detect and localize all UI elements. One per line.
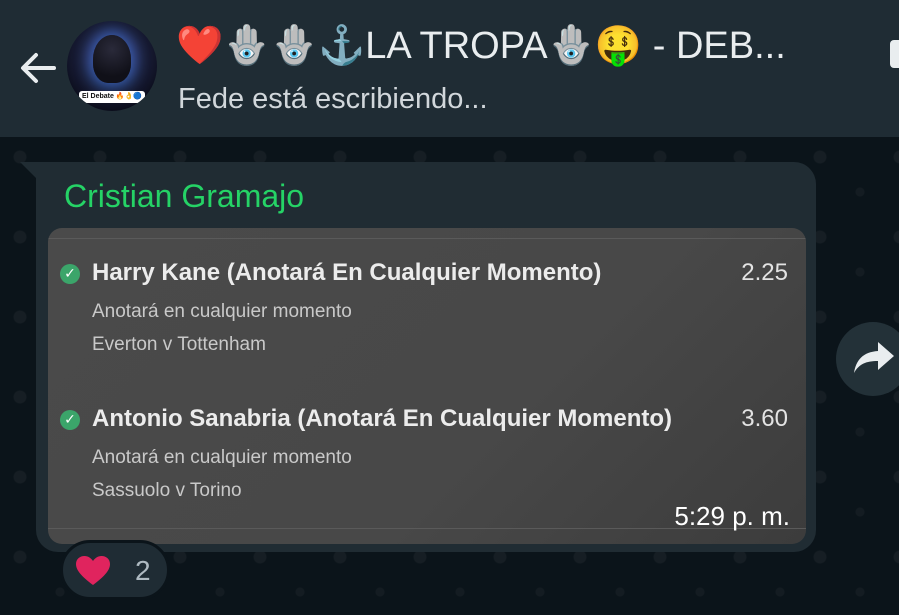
avatar-figure xyxy=(93,35,131,83)
group-title[interactable]: ❤️🪬🪬⚓LA TROPA🪬🤑 - DEB... xyxy=(176,18,866,74)
selection-odds: 2.25 xyxy=(741,259,788,286)
check-circle-icon: ✓ xyxy=(60,264,80,284)
selection-name: Antonio Sanabria (Anotará En Cualquier M… xyxy=(92,405,673,432)
selection-event: Everton v Tottenham xyxy=(92,334,266,355)
bet-slip-image[interactable]: ✓ Harry Kane (Anotará En Cualquier Momen… xyxy=(48,228,806,544)
divider xyxy=(48,238,806,239)
sender-name[interactable]: Cristian Gramajo xyxy=(64,176,304,216)
heart-icon xyxy=(76,556,110,585)
selection-market: Anotará en cualquier momento xyxy=(92,447,352,468)
arrow-left-icon[interactable] xyxy=(16,46,60,90)
chat-header: El Debate 🔥👌🔵 ❤️🪬🪬⚓LA TROPA🪬🤑 - DEB... F… xyxy=(0,0,899,137)
check-circle-icon: ✓ xyxy=(60,410,80,430)
selection-odds: 3.60 xyxy=(741,405,788,432)
reaction-badge[interactable]: 2 xyxy=(60,540,170,600)
selection-market: Anotará en cualquier momento xyxy=(92,301,352,322)
message-time: 5:29 p. m. xyxy=(674,501,790,531)
selection-name: Harry Kane (Anotará En Cualquier Momento… xyxy=(92,259,602,286)
header-edge-icon[interactable] xyxy=(890,40,899,68)
typing-status: Fede está escribiendo... xyxy=(178,83,488,115)
avatar-caption: El Debate 🔥👌🔵 xyxy=(79,91,145,103)
group-avatar[interactable]: El Debate 🔥👌🔵 xyxy=(67,21,157,111)
reaction-count: 2 xyxy=(135,555,151,586)
forward-icon xyxy=(854,342,894,373)
selection-event: Sassuolo v Torino xyxy=(92,480,242,501)
